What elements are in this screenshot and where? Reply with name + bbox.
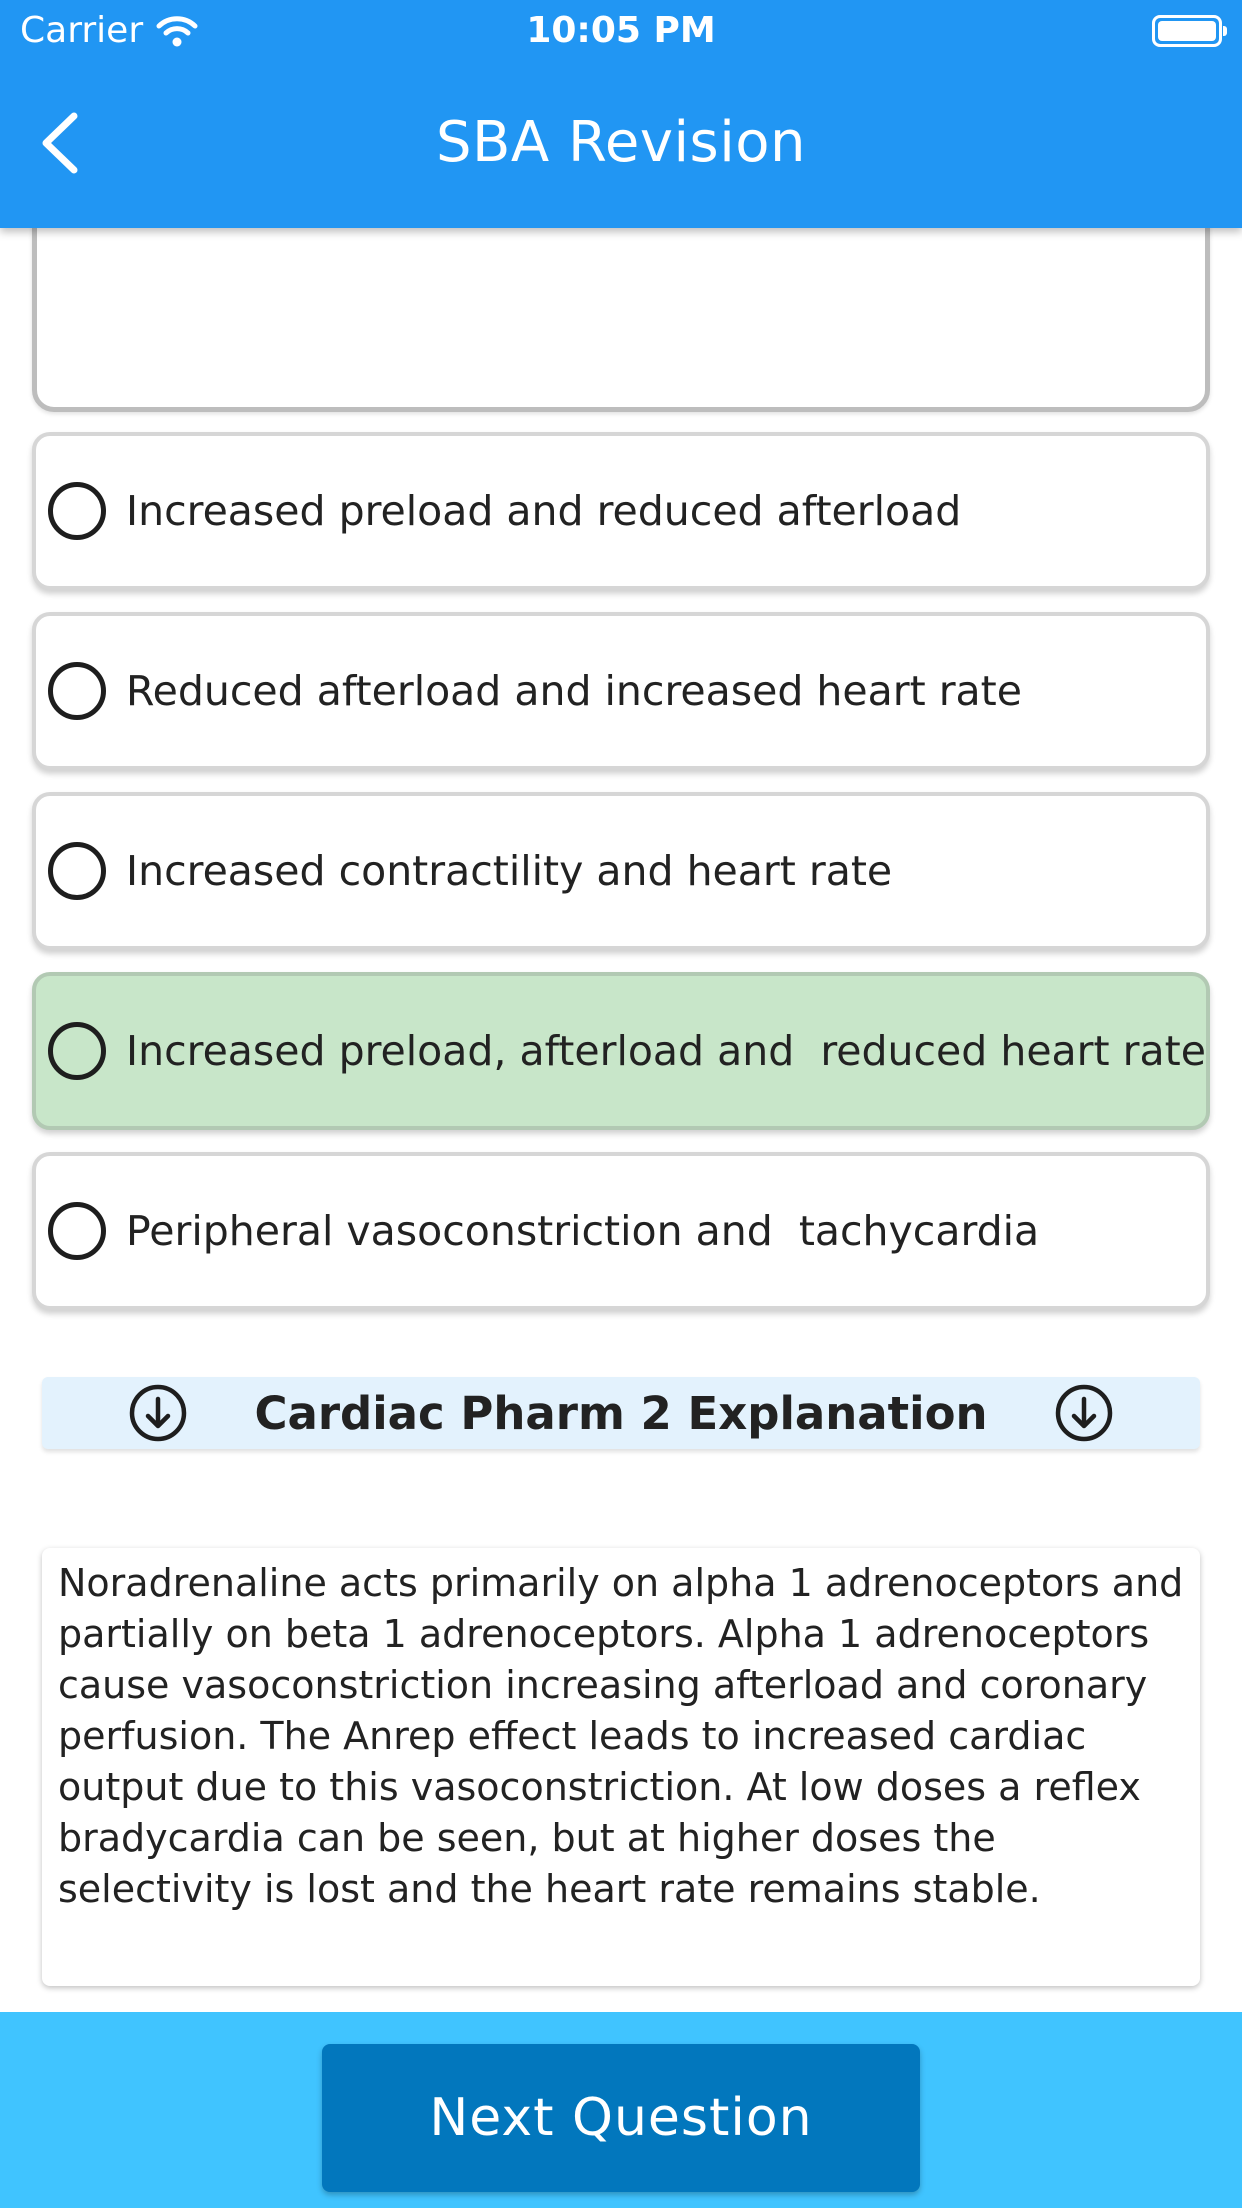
battery-icon bbox=[1152, 15, 1227, 47]
answer-option-label: Reduced afterload and increased heart ra… bbox=[126, 667, 1022, 715]
radio-icon[interactable] bbox=[48, 1202, 106, 1260]
answer-option-3[interactable]: Increased contractility and heart rate bbox=[32, 792, 1210, 950]
explanation-text: Noradrenaline acts primarily on alpha 1 … bbox=[42, 1548, 1200, 1986]
status-time: 10:05 PM bbox=[526, 10, 716, 51]
answer-option-2[interactable]: Reduced afterload and increased heart ra… bbox=[32, 612, 1210, 770]
status-bar: Carrier 10:05 PM bbox=[0, 0, 1242, 62]
answer-option-5[interactable]: Peripheral vasoconstriction and tachycar… bbox=[32, 1152, 1210, 1310]
answer-option-4-correct[interactable]: Increased preload, afterload and reduced… bbox=[32, 972, 1210, 1130]
radio-icon[interactable] bbox=[48, 842, 106, 900]
screen: Carrier 10:05 PM SBA Revision Increased … bbox=[0, 0, 1242, 2208]
page-title: SBA Revision bbox=[435, 110, 807, 175]
footer-bar: Next Question bbox=[0, 2012, 1242, 2208]
answer-option-label: Peripheral vasoconstriction and tachycar… bbox=[126, 1207, 1040, 1255]
answer-option-label: Increased preload and reduced afterload bbox=[126, 487, 962, 535]
explanation-title: Cardiac Pharm 2 Explanation bbox=[254, 1386, 988, 1440]
next-question-button[interactable]: Next Question bbox=[322, 2044, 920, 2192]
explanation-header[interactable]: Cardiac Pharm 2 Explanation bbox=[42, 1377, 1200, 1449]
answer-option-label: Increased contractility and heart rate bbox=[126, 847, 893, 895]
answer-option-1[interactable]: Increased preload and reduced afterload bbox=[32, 432, 1210, 590]
radio-icon[interactable] bbox=[48, 482, 106, 540]
radio-icon[interactable] bbox=[48, 1022, 106, 1080]
app-header: Carrier 10:05 PM SBA Revision bbox=[0, 0, 1242, 228]
radio-icon[interactable] bbox=[48, 662, 106, 720]
arrow-down-circle-icon bbox=[129, 1384, 187, 1442]
battery-level bbox=[1158, 21, 1216, 41]
arrow-down-circle-icon bbox=[1055, 1384, 1113, 1442]
answer-option-label: Increased preload, afterload and reduced… bbox=[126, 1027, 1206, 1075]
